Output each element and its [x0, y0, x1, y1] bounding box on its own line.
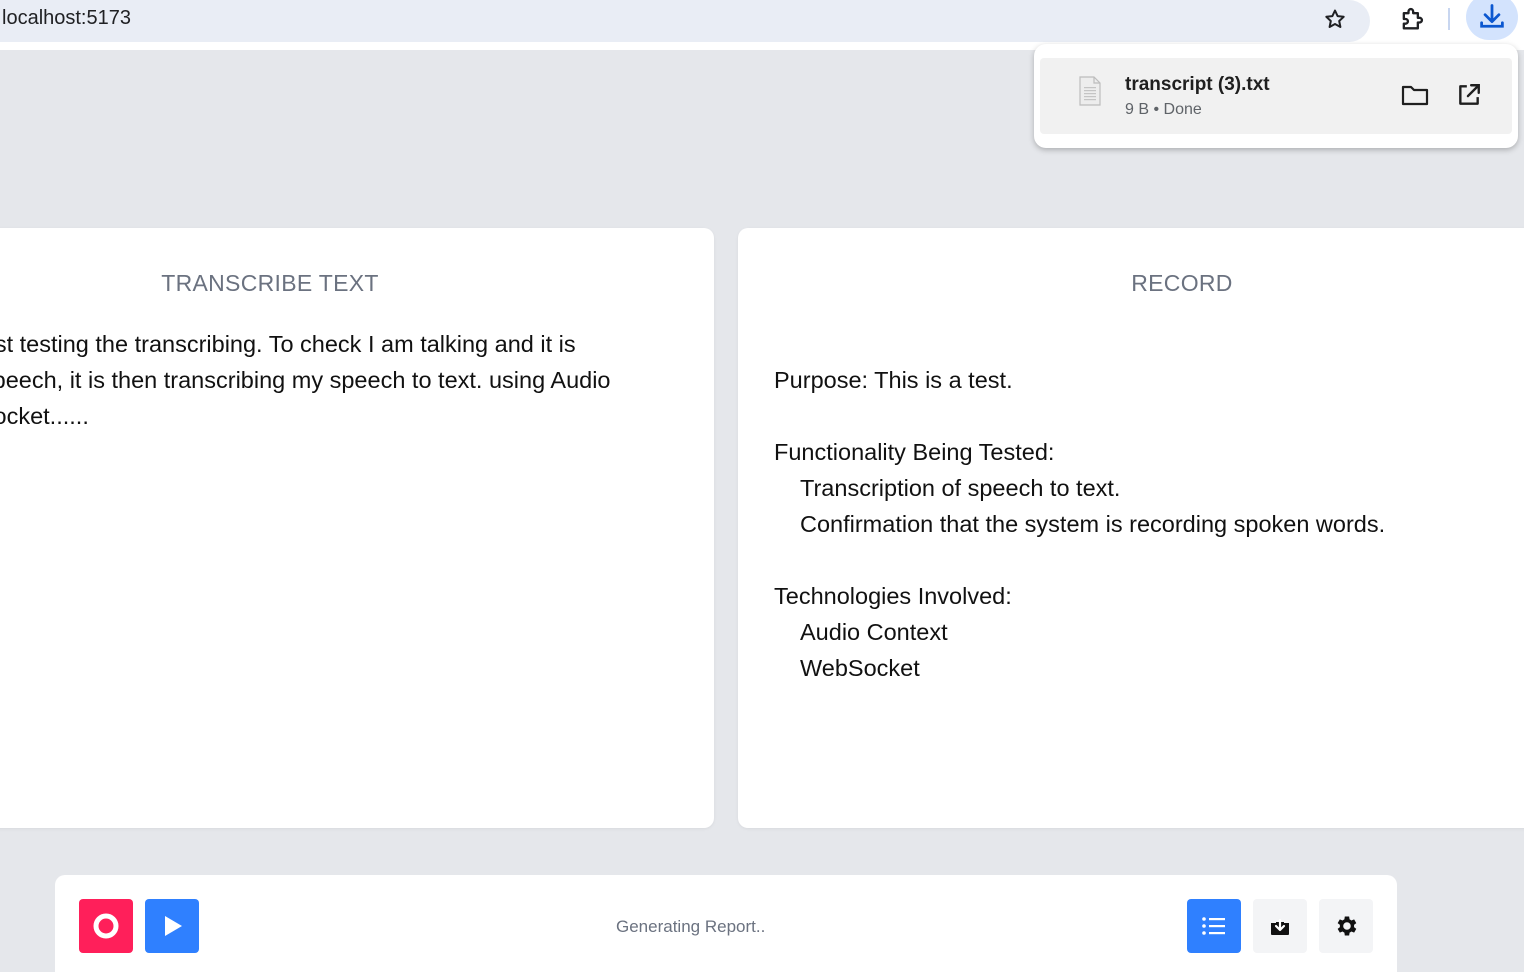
list-item: WebSocket	[800, 655, 920, 681]
play-button[interactable]	[145, 899, 199, 953]
transcribe-panel: TRANSCRIBE TEXT Just testing the transcr…	[0, 228, 714, 828]
record-body: Purpose: This is a test. Functionality B…	[774, 362, 1385, 686]
play-icon	[165, 916, 182, 936]
functionality-heading: Functionality Being Tested:	[774, 439, 1055, 465]
toolbar-divider	[1448, 8, 1450, 30]
list-item: Confirmation that the system is recordin…	[800, 511, 1386, 537]
record-panel: RECORD Purpose: This is a test. Function…	[738, 228, 1524, 828]
open-external-icon	[1459, 84, 1480, 105]
record-icon	[93, 913, 119, 939]
download-status: 9 B • Done	[1125, 101, 1202, 118]
record-title: RECORD	[1131, 270, 1233, 296]
download-button[interactable]	[1253, 899, 1307, 953]
folder-icon	[1401, 85, 1429, 106]
list-item: Transcription of speech to text.	[800, 475, 1121, 501]
download-popup: transcript (3).txt 9 B • Done	[1034, 44, 1518, 148]
extensions-puzzle-icon[interactable]	[1396, 3, 1428, 35]
gear-icon	[1337, 916, 1357, 936]
show-in-folder-button[interactable]	[1398, 78, 1432, 112]
list-icon	[1202, 917, 1225, 935]
transcribe-title: TRANSCRIBE TEXT	[161, 270, 379, 296]
download-filename: transcript (3).txt	[1125, 74, 1270, 95]
technologies-heading: Technologies Involved:	[774, 583, 1012, 609]
url-text[interactable]: localhost:5173	[2, 7, 131, 30]
browser-toolbar: localhost:5173	[0, 0, 1524, 50]
download-icon	[1271, 918, 1289, 935]
open-file-button[interactable]	[1452, 78, 1486, 112]
list-item: Audio Context	[800, 619, 948, 645]
purpose-line: Purpose: This is a test.	[774, 367, 1013, 393]
control-bar: Generating Report..	[55, 875, 1397, 972]
download-icon	[1480, 4, 1504, 28]
transcript-text: Just testing the transcribing. To check …	[0, 331, 611, 429]
settings-button[interactable]	[1319, 899, 1373, 953]
downloads-button[interactable]	[1466, 0, 1518, 40]
record-button[interactable]	[79, 899, 133, 953]
status-text: Generating Report..	[616, 917, 766, 936]
bookmark-star-icon[interactable]	[1320, 4, 1350, 34]
download-item[interactable]: transcript (3).txt 9 B • Done	[1040, 58, 1512, 134]
report-list-button[interactable]	[1187, 899, 1241, 953]
address-bar[interactable]: localhost:5173	[0, 0, 1370, 42]
file-icon	[1078, 76, 1102, 111]
